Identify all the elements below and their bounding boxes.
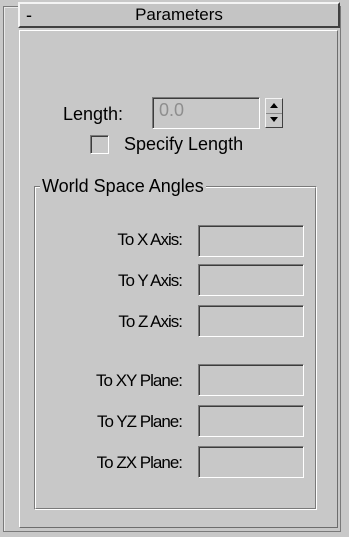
rollout-title: Parameters [135,5,223,24]
length-value: 0.0 [159,100,185,120]
to-yz-plane-label: To YZ Plane: [96,412,183,431]
length-spinner[interactable] [265,98,283,128]
arrow-up-icon [270,103,278,108]
to-yz-plane-field[interactable] [198,405,304,437]
world-space-angles-title: World Space Angles [40,176,206,196]
to-y-axis-field[interactable] [198,264,304,296]
rollout-header-parameters[interactable]: - Parameters [18,2,340,28]
to-xy-plane-label: To XY Plane: [96,371,183,390]
to-xy-plane-field[interactable] [198,364,304,396]
to-x-axis-label: To X Axis: [117,230,183,249]
length-label: Length: [63,104,124,124]
to-z-axis-field[interactable] [198,305,304,337]
to-y-axis-label: To Y Axis: [117,271,183,290]
to-zx-plane-label: To ZX Plane: [96,453,183,472]
specify-length-label[interactable]: Specify Length [124,134,243,154]
to-z-axis-label: To Z Axis: [118,312,183,331]
length-input[interactable]: 0.0 [152,97,260,129]
spinner-up-button[interactable] [266,99,282,113]
to-x-axis-field[interactable] [198,225,304,257]
arrow-down-icon [270,117,278,122]
specify-length-checkbox[interactable] [90,135,109,154]
spinner-down-button[interactable] [266,113,282,127]
to-zx-plane-field[interactable] [198,446,304,478]
